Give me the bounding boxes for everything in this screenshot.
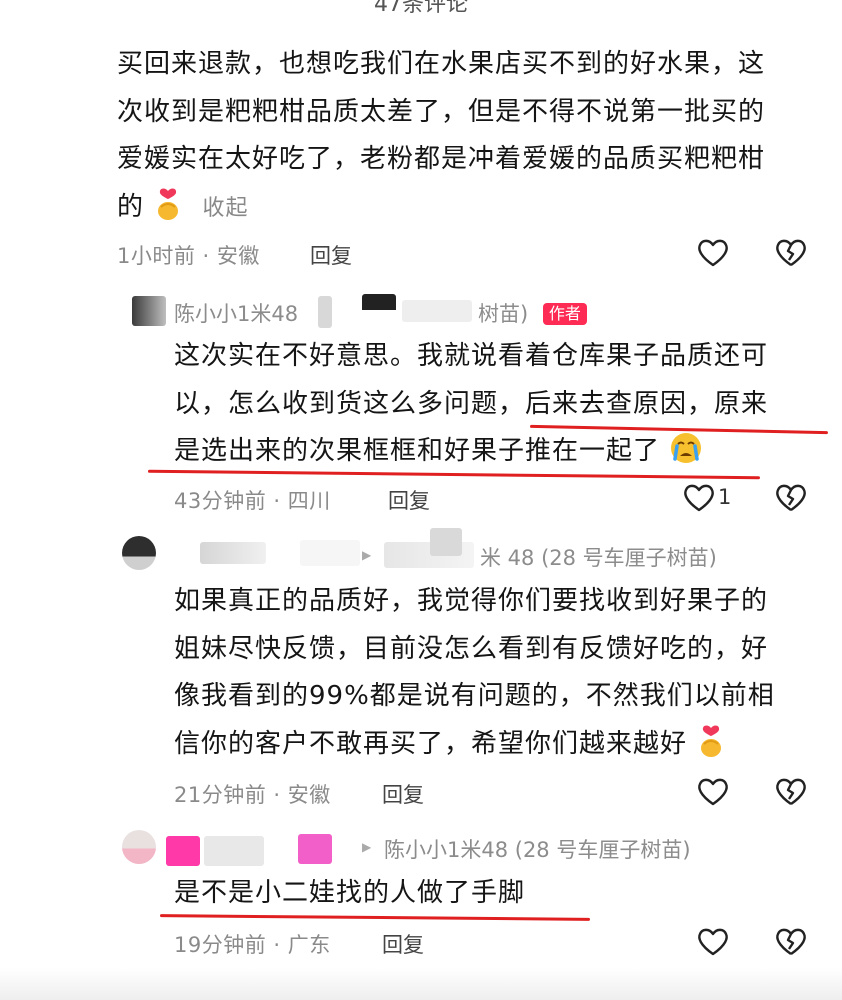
like-heart-icon[interactable] (696, 236, 730, 270)
blurred-username (300, 540, 360, 566)
blurred-name-segment (318, 296, 332, 328)
author-name-tail-text: 树苗) (478, 302, 529, 326)
comment-2-text: 这次实在不好意思。我就说看着仓库果子品质还可 以，怎么收到货这么多问题，后来去查… (174, 333, 768, 476)
comment-2-line-3: 是选出来的次果框框和好果子推在一起了 (174, 428, 768, 476)
comment-1-line-4: 的 收起 (117, 184, 765, 233)
comment-2-line-3-text: 是选出来的次果框框和好果子推在一起了 (174, 436, 661, 466)
comment-3-line-2: 姐妹尽快反馈，目前没怎么看到有反馈好吃的，好 (174, 633, 769, 664)
comment-3-line-3: 像我看到的99%都是说有问题的，不然我们以前相 (174, 681, 775, 711)
heart-hands-emoji-icon (696, 724, 726, 758)
comment-3-line-4: 信你的客户不敢再买了，希望你们越来越好 (174, 721, 775, 769)
comment-1-reply-button[interactable]: 回复 (310, 240, 352, 270)
author-name-tail: 树苗) 作者 (478, 298, 587, 328)
comment-1-line-1: 买回来退款，也想吃我们在水果店买不到的好水果，这 (117, 49, 766, 79)
reply-arrow-icon: ▶ (362, 840, 372, 854)
blurred-reply-target (430, 528, 462, 556)
comment-2-line-1: 这次实在不好意思。我就说看着仓库果子品质还可 (174, 341, 769, 371)
dislike-broken-heart-icon[interactable] (774, 925, 808, 959)
red-underline-mark (159, 914, 591, 921)
comment-2-line-2: 以，怎么收到货这么多问题，后来去查原因，原来 (174, 388, 769, 419)
blurred-name-segment (362, 294, 396, 330)
bottom-input-bar-edge (0, 968, 842, 1000)
like-heart-icon[interactable] (696, 925, 730, 959)
collapse-button[interactable]: 收起 (203, 196, 249, 221)
comment-4-reply-button[interactable]: 回复 (382, 929, 424, 959)
comment-2-meta: 43分钟前 · 四川 (174, 489, 331, 513)
comment-count-title: 47条评论 (374, 0, 468, 17)
reply-arrow-icon: ▶ (362, 548, 372, 562)
comment-1-text: 买回来退款，也想吃我们在水果店买不到的好水果，这 次收到是粑粑柑品质太差了，但是… (117, 41, 765, 232)
comment-1-line-3: 爱媛实在太好吃了，老粉都是冲着爱媛的品质买粑粑柑 (117, 144, 766, 174)
avatar[interactable] (122, 536, 156, 570)
like-heart-icon[interactable] (696, 775, 730, 809)
author-name-text: 陈小小1米48 (174, 302, 299, 326)
like-count: 1 (718, 485, 732, 509)
comment-1-line-2: 次收到是粑粑柑品质太差了，但是不得不说第一批买的 (117, 96, 766, 127)
avatar[interactable] (122, 830, 156, 864)
comment-1-meta: 1小时前 · 安徽 (117, 244, 260, 268)
blurred-name-segment (402, 300, 472, 322)
author-name: 陈小小1米48 (174, 298, 298, 328)
heart-hands-emoji-icon (153, 187, 183, 221)
dislike-broken-heart-icon[interactable] (774, 775, 808, 809)
blurred-username (298, 834, 332, 864)
dislike-broken-heart-icon[interactable] (774, 481, 808, 515)
author-badge: 作者 (542, 303, 587, 325)
comment-3-reply-button[interactable]: 回复 (382, 779, 424, 809)
blurred-username[interactable] (166, 836, 200, 866)
like-heart-icon[interactable] (682, 481, 716, 515)
comment-3-meta: 21分钟前 · 安徽 (174, 783, 331, 807)
crying-emoji-icon (669, 431, 703, 465)
comment-3-text: 如果真正的品质好，我觉得你们要找收到好果子的 姐妹尽快反馈，目前没怎么看到有反馈… (174, 578, 775, 768)
blurred-username (204, 836, 264, 866)
blurred-username[interactable] (200, 542, 266, 564)
dislike-broken-heart-icon[interactable] (774, 236, 808, 270)
comment-1-line-4-text: 的 (117, 191, 145, 222)
reply-to-name: 米 48 (28 号车厘子树苗) (480, 546, 717, 570)
comment-4-text: 是不是小二娃找的人做了手脚 (174, 870, 525, 918)
comment-4-meta: 19分钟前 · 广东 (174, 933, 331, 957)
comment-2-reply-button[interactable]: 回复 (388, 485, 430, 515)
reply-to-name: 陈小小1米48 (28 号车厘子树苗) (384, 838, 691, 862)
avatar[interactable] (132, 296, 166, 326)
comment-3-line-1: 如果真正的品质好，我觉得你们要找收到好果子的 (174, 586, 769, 616)
comment-3-line-4-text: 信你的客户不敢再买了，希望你们越来越好 (174, 728, 688, 759)
comment-4-line-1: 是不是小二娃找的人做了手脚 (174, 878, 526, 908)
